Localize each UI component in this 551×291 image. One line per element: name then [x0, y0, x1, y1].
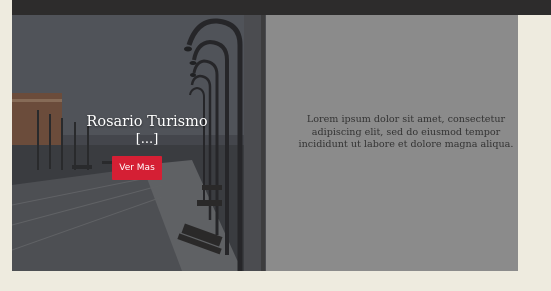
card-body-text: Lorem ipsum dolor sit amet, consectetur …: [298, 114, 514, 150]
divider-pillar: [261, 15, 265, 271]
feature-card: Rosario Turismo [...] Ver Mas Lorem ipsu…: [12, 15, 518, 271]
card-title: Rosario Turismo: [86, 114, 208, 130]
ver-mas-button[interactable]: Ver Mas: [112, 156, 162, 180]
card-ellipsis: [...]: [135, 132, 159, 147]
top-bar: [12, 0, 551, 15]
